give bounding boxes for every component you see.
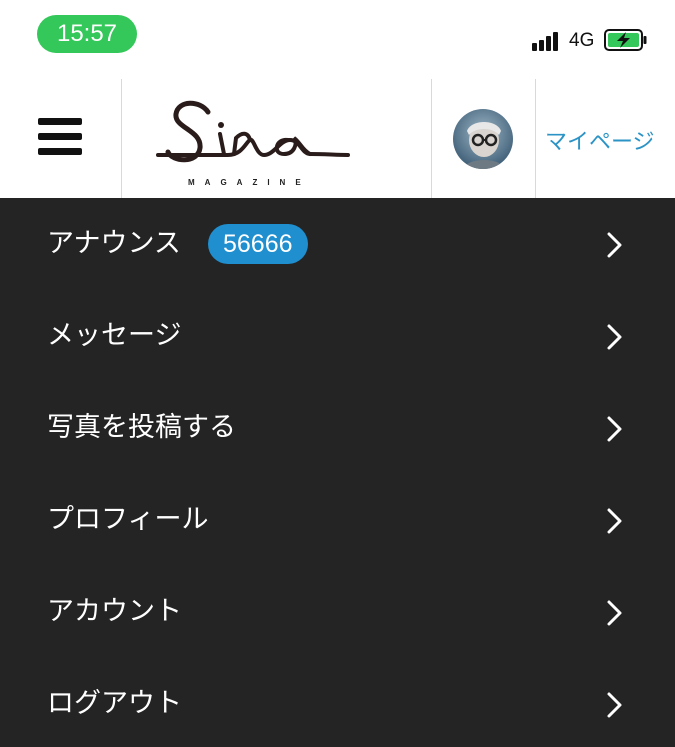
user-avatar[interactable]: [453, 109, 513, 169]
menu-item-label: プロフィール: [47, 504, 209, 535]
menu-item-post-photo[interactable]: 写真を投稿する: [0, 382, 675, 474]
menu-item-label: 写真を投稿する: [47, 412, 236, 443]
menu-item-account[interactable]: アカウント: [0, 566, 675, 658]
chevron-right-icon: [607, 600, 622, 626]
navigation-menu: アナウンス 56666 メッセージ 写真を投稿する プロフィール アカウント ロ…: [0, 198, 675, 747]
chevron-right-icon: [607, 692, 622, 718]
network-type: 4G: [569, 30, 595, 51]
menu-item-label: アナウンス: [47, 228, 181, 259]
menu-item-messages[interactable]: メッセージ: [0, 290, 675, 382]
menu-item-logout[interactable]: ログアウト: [0, 658, 675, 747]
header-divider: [535, 79, 536, 199]
mypage-link[interactable]: マイページ: [545, 124, 655, 156]
status-bar: 15:57 4G: [0, 0, 675, 72]
signal-strength-icon: [532, 31, 564, 51]
battery-charging-icon: [604, 29, 647, 51]
notification-count-badge: 56666: [208, 224, 308, 264]
app-header: MAGAZINE マイページ: [0, 72, 675, 199]
menu-item-profile[interactable]: プロフィール: [0, 474, 675, 566]
app-screen: 15:57 4G MAGAZINE マイページ アナウンス 56666 メッセー…: [0, 0, 675, 747]
menu-item-label: メッセージ: [47, 320, 182, 351]
chevron-right-icon: [607, 508, 622, 534]
menu-item-label: アカウント: [47, 596, 182, 627]
hamburger-menu-icon[interactable]: [38, 118, 84, 158]
logo-subtext: MAGAZINE: [188, 178, 311, 187]
chevron-right-icon: [607, 324, 622, 350]
menu-item-announcements[interactable]: アナウンス 56666: [0, 198, 675, 290]
header-divider: [121, 79, 122, 199]
chevron-right-icon: [607, 232, 622, 258]
chevron-right-icon: [607, 416, 622, 442]
menu-item-label: ログアウト: [47, 688, 182, 719]
header-divider: [431, 79, 432, 199]
status-time: 15:57: [37, 15, 137, 53]
